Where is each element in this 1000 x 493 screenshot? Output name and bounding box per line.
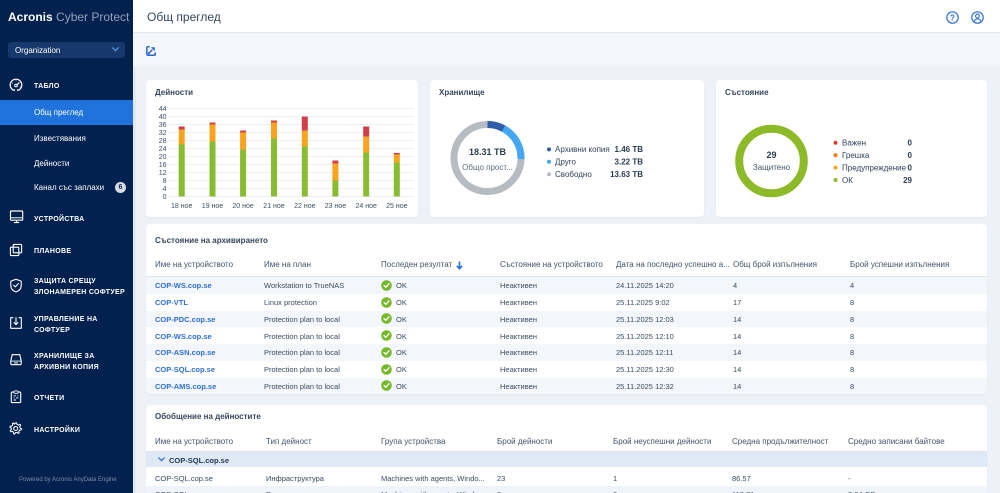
svg-text:25 ное: 25 ное: [386, 203, 407, 210]
svg-text:21 ное: 21 ное: [263, 203, 284, 210]
svg-text:Важен: Важен: [842, 139, 866, 148]
svg-text:Предупреждение: Предупреждение: [842, 163, 907, 172]
svg-text:20 ное: 20 ное: [232, 203, 253, 210]
svg-text:13.63 TB: 13.63 TB: [610, 170, 643, 179]
svg-text:24: 24: [159, 146, 167, 153]
svg-text:44: 44: [159, 106, 167, 113]
svg-text:0: 0: [908, 151, 913, 160]
svg-text:ОК: ОК: [842, 176, 853, 185]
svg-text:0: 0: [908, 163, 913, 172]
svg-text:12: 12: [159, 170, 167, 177]
svg-text:29: 29: [903, 176, 912, 185]
svg-text:19 ное: 19 ное: [202, 203, 223, 210]
svg-text:18 ное: 18 ное: [171, 203, 192, 210]
svg-text:23 ное: 23 ное: [325, 203, 346, 210]
svg-text:3.22 TB: 3.22 TB: [615, 158, 644, 167]
svg-text:20: 20: [159, 154, 167, 161]
svg-text:0: 0: [908, 139, 913, 148]
svg-text:36: 36: [159, 122, 167, 129]
svg-text:22 ное: 22 ное: [294, 203, 315, 210]
svg-text:32: 32: [159, 130, 167, 137]
svg-text:16: 16: [159, 162, 167, 169]
svg-text:Защитено: Защитено: [753, 163, 791, 172]
svg-text:8: 8: [163, 178, 167, 185]
svg-text:0: 0: [163, 194, 167, 201]
svg-text:24 ное: 24 ное: [356, 203, 377, 210]
svg-text:Общо прост...: Общо прост...: [462, 163, 513, 172]
svg-text:28: 28: [159, 138, 167, 145]
svg-text:Грешка: Грешка: [842, 151, 870, 160]
svg-text:29: 29: [766, 150, 776, 160]
svg-text:40: 40: [159, 114, 167, 121]
svg-text:Друго: Друго: [555, 158, 577, 167]
svg-text:4: 4: [163, 186, 167, 193]
svg-text:18.31 TB: 18.31 TB: [469, 147, 507, 157]
svg-text:Архивни копия: Архивни копия: [555, 145, 610, 154]
svg-text:Свободно: Свободно: [555, 170, 592, 179]
svg-text:?: ?: [950, 13, 955, 22]
svg-text:1.46 TB: 1.46 TB: [615, 145, 644, 154]
